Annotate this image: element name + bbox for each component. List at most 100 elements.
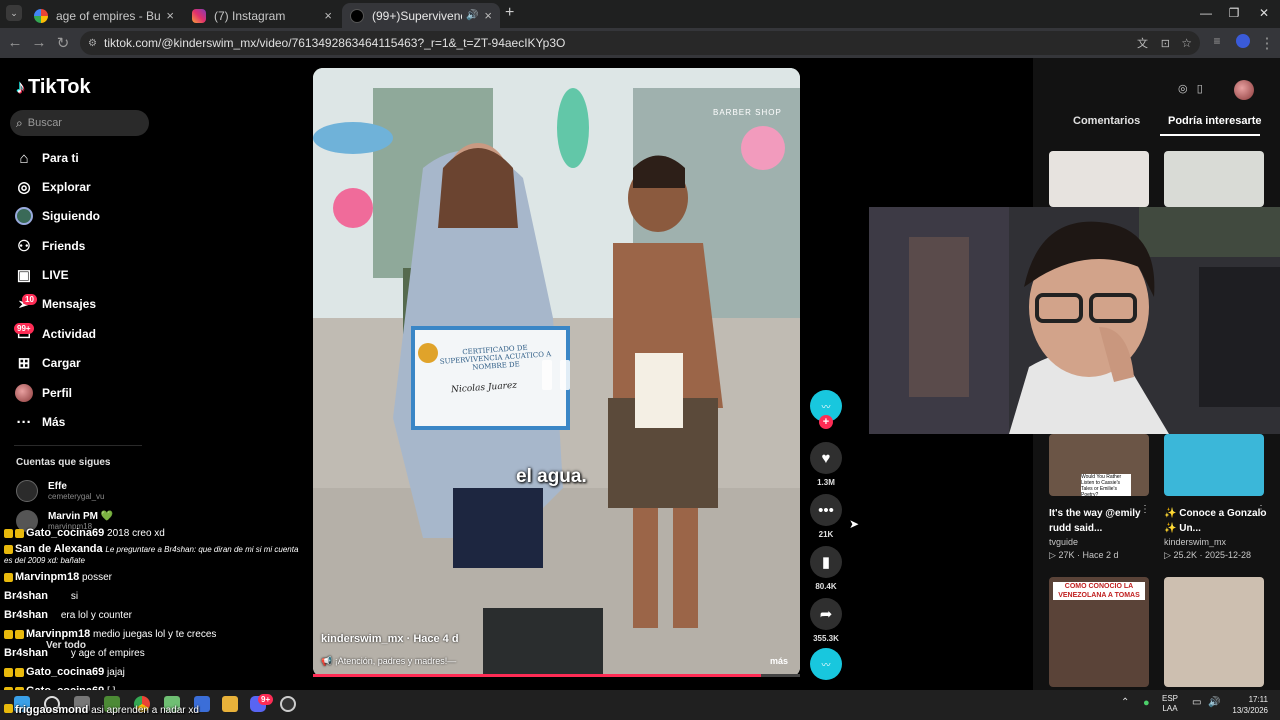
thumbnail-text: Would You Rather Listen to Cassie's Tale… (1081, 474, 1131, 496)
webcam-frame (869, 207, 1280, 434)
video-progress-bar[interactable] (313, 674, 800, 677)
speaker-icon[interactable]: 🔊 (466, 10, 478, 21)
account-name: Marvin PM 💚 (48, 511, 114, 522)
sidebar-item-para-ti[interactable]: ⌂ Para ti (14, 148, 78, 168)
sidebar-item-live[interactable]: ▣ LIVE (14, 265, 69, 285)
sidebar-divider (14, 445, 142, 446)
forward-icon[interactable]: → (30, 34, 48, 51)
live-icon: ▣ (16, 267, 32, 284)
chat-user: Gato_cocina69 (26, 527, 105, 539)
close-icon[interactable]: × (484, 8, 492, 23)
tiktok-note-icon: ♪ (16, 77, 25, 97)
video-meta: kinderswim_mx · Hace 4 d (321, 633, 459, 645)
close-window-icon[interactable]: ✕ (1254, 6, 1274, 20)
chat-text: asi aprenden a nadar xd (91, 705, 199, 716)
following-account[interactable]: Effe cemeterygal_vu (16, 480, 104, 502)
tab-tiktok[interactable]: (99+)Supervivencia Acuátic 🔊 × (342, 3, 500, 28)
mic-icon[interactable]: ● (1143, 697, 1150, 709)
back-icon[interactable]: ← (6, 34, 24, 51)
video-thumbnail[interactable]: COMO CONOCIO LA VENEZOLANA A TOMAS (1049, 577, 1149, 687)
volume-icon[interactable]: 🔊 (1208, 697, 1220, 708)
bookmark-count: 80.4K (815, 582, 837, 591)
video-time: Hace 4 d (413, 633, 459, 645)
stats-text: 27K · Hace 2 d (1058, 550, 1119, 560)
obs-icon[interactable] (280, 696, 296, 712)
chat-message: Br4shan si (4, 590, 78, 602)
video-player[interactable]: CERTIFICADO DE SUPERVIVENCIA ACUATICO A … (313, 68, 800, 677)
webcam-overlay (869, 207, 1280, 434)
profile-icon[interactable] (1234, 34, 1252, 52)
crown-badge-icon (4, 629, 13, 639)
tab-comentarios[interactable]: Comentarios (1073, 115, 1140, 127)
play-icon: ▷ (1049, 550, 1056, 560)
messages-badge: 10 (22, 294, 37, 305)
video-thumbnail[interactable] (1164, 151, 1264, 207)
menu-icon[interactable]: ⋮ (1258, 34, 1276, 52)
close-icon[interactable]: × (166, 8, 174, 23)
sidebar-item-friends[interactable]: ⚇ Friends (14, 236, 85, 256)
chat-text: jajaj (107, 667, 125, 678)
clock[interactable]: 17:11 13/3/2026 (1226, 694, 1268, 716)
music-disc-button[interactable]: 〰 (810, 648, 842, 680)
tab-instagram[interactable]: (7) Instagram × (184, 3, 340, 28)
tiktok-logo[interactable]: ♪ TikTok (16, 76, 91, 99)
more-options-icon[interactable]: ⋮ (1140, 504, 1150, 515)
sidebar-item-label: Friends (42, 239, 86, 253)
more-options-icon[interactable]: ⋮ (1256, 504, 1266, 515)
sidebar-item-siguiendo[interactable]: Siguiendo (14, 206, 100, 226)
tray-chevron-icon[interactable]: ⌃ (1121, 697, 1129, 708)
tab-google-search[interactable]: age of empires - Buscar con Go × (26, 3, 182, 28)
sidebar-item-cargar[interactable]: ⊞ Cargar (14, 353, 81, 373)
sidebar-item-label: Perfil (42, 386, 73, 400)
chat-message: Gato_cocina69 2018 creo xd (4, 527, 165, 539)
logo-text: TikTok (28, 76, 91, 98)
video-thumbnail[interactable]: Would You Rather Listen to Cassie's Tale… (1049, 434, 1149, 496)
like-button[interactable]: ♥ 1.3M (810, 442, 842, 487)
tab-underline (1160, 134, 1260, 136)
video-thumbnail[interactable] (1049, 151, 1149, 207)
rec-author[interactable]: tvguide (1049, 537, 1078, 547)
site-info-icon[interactable]: ⚙ (88, 38, 97, 49)
rec-author[interactable]: kinderswim_mx (1164, 537, 1226, 547)
more-link[interactable]: más (770, 656, 788, 666)
heart-icon: ♥ (810, 442, 842, 474)
translate-icon[interactable]: 文 (1137, 35, 1148, 51)
comment-button[interactable]: ••• 21K (810, 494, 842, 539)
bookmark-star-icon[interactable]: ☆ (1181, 36, 1192, 50)
chat-last-line: friggaosmond asi aprenden a nadar xd (4, 704, 199, 716)
sidebar-item-label: Actividad (42, 327, 97, 341)
new-tab-button[interactable]: + (505, 4, 514, 22)
reload-icon[interactable]: ↻ (54, 34, 72, 52)
video-author[interactable]: kinderswim_mx (321, 633, 404, 645)
creator-avatar-button[interactable]: 〰 + (810, 390, 842, 429)
restore-icon[interactable]: ❐ (1224, 6, 1244, 20)
sidebar-item-mas[interactable]: ··· Más (14, 412, 66, 432)
user-avatar[interactable] (1234, 80, 1254, 100)
discord-badge: 9+ (258, 694, 274, 705)
url-field[interactable]: ⚙ tiktok.com/@kinderswim_mx/video/761349… (80, 31, 1200, 55)
chat-text: si (70, 591, 79, 602)
close-icon[interactable]: × (324, 8, 332, 23)
follow-plus-icon[interactable]: + (819, 415, 833, 429)
share-button[interactable]: ➦ 355.3K (810, 598, 842, 643)
folder-icon[interactable] (222, 696, 238, 712)
following-icon (14, 206, 34, 226)
video-thumbnail[interactable] (1164, 434, 1264, 496)
explore-icon[interactable]: ◎ ▯ (1178, 82, 1238, 98)
sub-badge-icon (15, 629, 24, 639)
language-indicator[interactable]: ESP LAA (1162, 694, 1178, 714)
tab-podria-interesarte[interactable]: Podría interesarte (1168, 115, 1262, 127)
install-icon[interactable]: ⊡ (1161, 37, 1170, 50)
bookmark-button[interactable]: ▮ 80.4K (810, 546, 842, 591)
sidebar-item-perfil[interactable]: Perfil (14, 383, 72, 403)
pause-icon[interactable] (529, 353, 583, 397)
chat-text: 2018 creo xd (107, 528, 165, 539)
tab-search-chevron-icon[interactable]: ⌄ (6, 5, 22, 21)
minimize-icon[interactable]: — (1196, 6, 1216, 20)
sidebar-item-explorar[interactable]: ◎ Explorar (14, 177, 90, 197)
video-thumbnail[interactable] (1164, 577, 1264, 687)
network-icon[interactable]: ▭ (1192, 697, 1201, 708)
tab-title: (99+)Supervivencia Acuátic (372, 8, 462, 23)
search-input[interactable]: ⌕ Buscar (10, 110, 149, 136)
media-controls-icon[interactable]: ≡ (1208, 34, 1226, 48)
